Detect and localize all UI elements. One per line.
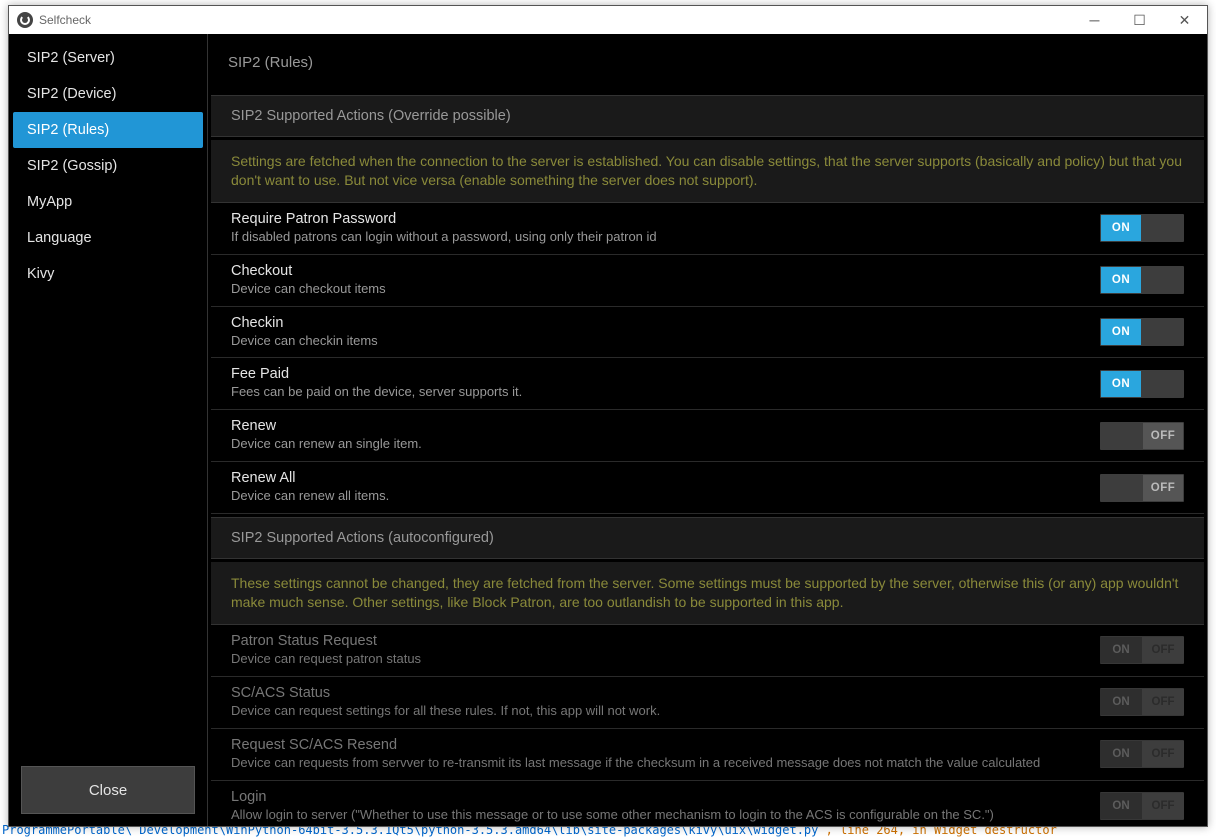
toggle-switch[interactable]: OFF: [1100, 474, 1184, 502]
setting-label: Request SC/ACS Resend: [231, 737, 1080, 753]
window-title: Selfcheck: [39, 13, 91, 27]
minimize-button[interactable]: ─: [1072, 6, 1117, 34]
setting-row: Require Patron Password If disabled patro…: [211, 203, 1204, 255]
setting-label: Require Patron Password: [231, 211, 1080, 227]
toggle-switch-disabled: ONOFF: [1100, 688, 1184, 716]
app-window: Selfcheck ─ ☐ ✕ SIP2 (Server)SIP2 (Devic…: [8, 5, 1208, 827]
sidebar: SIP2 (Server)SIP2 (Device)SIP2 (Rules)SI…: [9, 34, 207, 826]
sidebar-item-kivy[interactable]: Kivy: [13, 256, 203, 292]
setting-row: Login Allow login to server ("Whether to …: [211, 781, 1204, 826]
close-button[interactable]: Close: [21, 766, 195, 814]
maximize-button[interactable]: ☐: [1117, 6, 1162, 34]
page-title: SIP2 (Rules): [208, 34, 1207, 95]
setting-description: Allow login to server ("Whether to use t…: [231, 807, 1080, 824]
setting-row: Fee Paid Fees can be paid on the device, …: [211, 358, 1204, 410]
setting-row: Request SC/ACS Resend Device can requests…: [211, 729, 1204, 781]
setting-description: Device can checkin items: [231, 333, 1080, 350]
setting-label: Patron Status Request: [231, 633, 1080, 649]
section-info-override: Settings are fetched when the connection…: [211, 140, 1204, 203]
setting-label: SC/ACS Status: [231, 685, 1080, 701]
section-info-autoconfigured: These settings cannot be changed, they a…: [211, 562, 1204, 625]
toggle-switch[interactable]: ON: [1100, 370, 1184, 398]
setting-description: Device can requests from servver to re-t…: [231, 755, 1080, 772]
setting-description: Fees can be paid on the device, server s…: [231, 384, 1080, 401]
setting-description: Device can request settings for all thes…: [231, 703, 1080, 720]
toggle-switch-disabled: ONOFF: [1100, 792, 1184, 820]
setting-label: Login: [231, 789, 1080, 805]
titlebar[interactable]: Selfcheck ─ ☐ ✕: [9, 6, 1207, 34]
setting-label: Renew All: [231, 470, 1080, 486]
toggle-switch-disabled: ONOFF: [1100, 740, 1184, 768]
setting-row: Checkout Device can checkout items ON: [211, 255, 1204, 307]
setting-label: Checkin: [231, 315, 1080, 331]
toggle-switch[interactable]: ON: [1100, 214, 1184, 242]
setting-row: Renew Device can renew an single item. OFF: [211, 410, 1204, 462]
toggle-switch[interactable]: ON: [1100, 266, 1184, 294]
setting-row: Renew All Device can renew all items. OFF: [211, 462, 1204, 514]
sidebar-item-sip2-gossip[interactable]: SIP2 (Gossip): [13, 148, 203, 184]
close-window-button[interactable]: ✕: [1162, 6, 1207, 34]
setting-description: Device can checkout items: [231, 281, 1080, 298]
app-icon: [17, 12, 33, 28]
setting-row: Checkin Device can checkin items ON: [211, 307, 1204, 359]
setting-label: Renew: [231, 418, 1080, 434]
section-header-autoconfigured: SIP2 Supported Actions (autoconfigured): [211, 517, 1204, 559]
setting-description: If disabled patrons can login without a …: [231, 229, 1080, 246]
sidebar-item-sip2-device[interactable]: SIP2 (Device): [13, 76, 203, 112]
section-header-override: SIP2 Supported Actions (Override possibl…: [211, 95, 1204, 137]
setting-row: Patron Status Request Device can request …: [211, 625, 1204, 677]
setting-row: SC/ACS Status Device can request settings…: [211, 677, 1204, 729]
sidebar-item-language[interactable]: Language: [13, 220, 203, 256]
sidebar-item-sip2-server[interactable]: SIP2 (Server): [13, 40, 203, 76]
setting-description: Device can renew an single item.: [231, 436, 1080, 453]
content-panel[interactable]: SIP2 (Rules) SIP2 Supported Actions (Ove…: [207, 34, 1207, 826]
setting-label: Fee Paid: [231, 366, 1080, 382]
setting-description: Device can request patron status: [231, 651, 1080, 668]
sidebar-item-sip2-rules[interactable]: SIP2 (Rules): [13, 112, 203, 148]
toggle-switch[interactable]: OFF: [1100, 422, 1184, 450]
setting-description: Device can renew all items.: [231, 488, 1080, 505]
setting-label: Checkout: [231, 263, 1080, 279]
sidebar-item-myapp[interactable]: MyApp: [13, 184, 203, 220]
toggle-switch-disabled: ONOFF: [1100, 636, 1184, 664]
toggle-switch[interactable]: ON: [1100, 318, 1184, 346]
